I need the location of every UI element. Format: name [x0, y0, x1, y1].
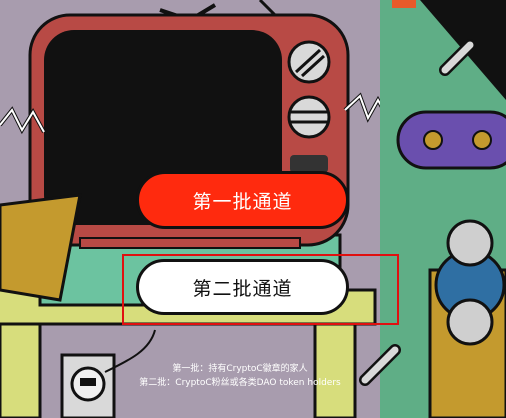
selection-highlight-frame — [122, 254, 399, 325]
first-channel-button[interactable]: 第一批通道 — [136, 171, 349, 229]
landing-page: 第一批通道 第二批通道 第一批：持有CryptoC徽章的家人 第二批：Crypt… — [0, 0, 506, 418]
robot-face-illustration — [396, 110, 506, 170]
note-first-batch: 第一批：持有CryptoC徽章的家人 — [172, 364, 308, 374]
note-second-batch: 第二批：CryptoC粉丝或各类DAO token holders — [139, 378, 341, 388]
channel-notes: 第一批：持有CryptoC徽章的家人 第二批：CryptoC粉丝或各类DAO t… — [90, 362, 390, 390]
